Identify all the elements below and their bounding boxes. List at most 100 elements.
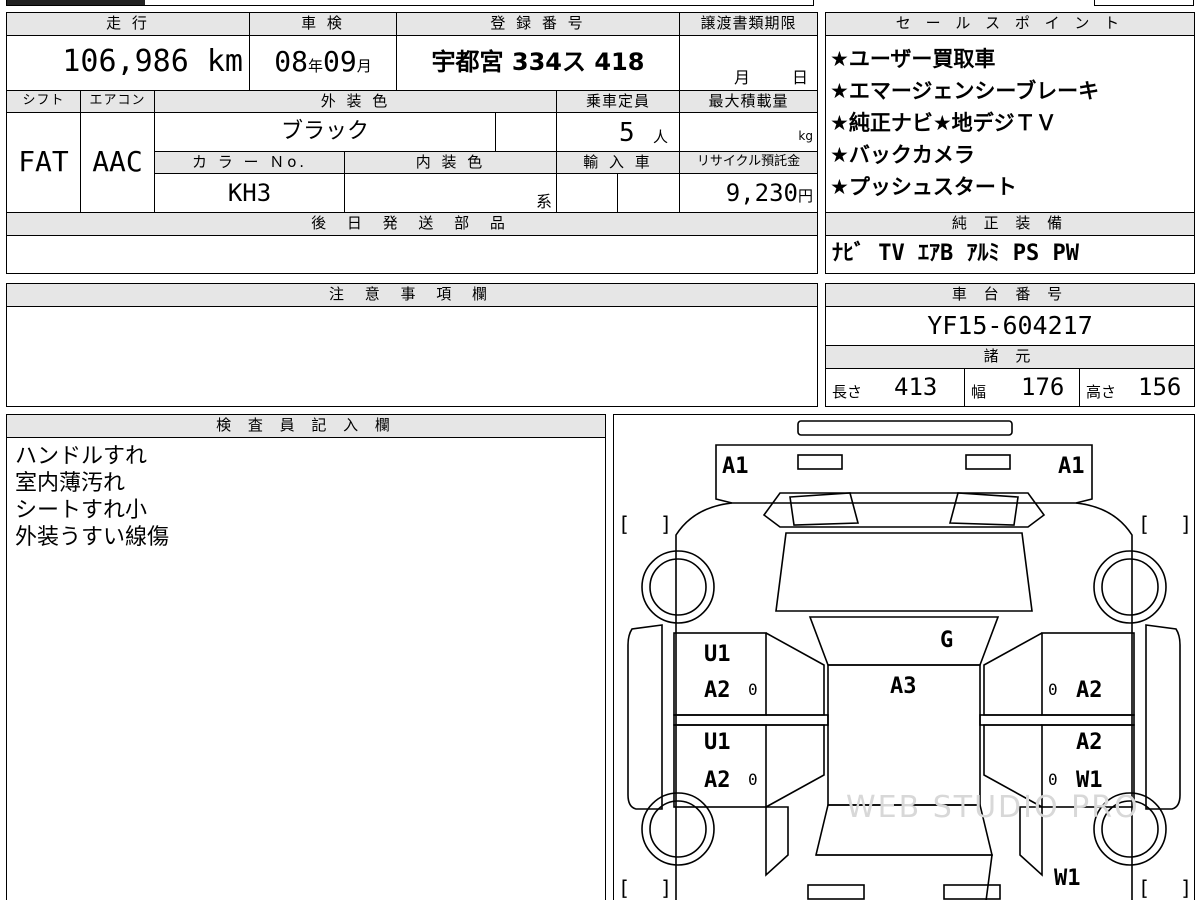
mileage-value-cell: 106,986 km (7, 36, 249, 90)
exterior-color-value: ブラック (280, 119, 369, 144)
top-strip-right (1094, 0, 1194, 6)
code-left-front-door-1: U1 (704, 642, 731, 667)
watermark: WEB STUDIO PRO (846, 790, 1140, 825)
registration-label: 登 録 番 号 (397, 13, 679, 35)
sales-point-item: ★ユーザー買取車 (830, 47, 996, 71)
inspection-value-cell: 08年09月 (250, 36, 396, 90)
top-strip (6, 0, 814, 6)
capacity-value: 5 (619, 118, 635, 148)
mileage-unit: km (206, 44, 243, 79)
inspection-label: 車 検 (250, 13, 396, 35)
inspector-label: 検 査 員 記 入 欄 (7, 415, 605, 437)
width-value: 176 (1021, 373, 1065, 401)
bracket-open: [ (1138, 876, 1150, 900)
mileage-value: 106,986 (62, 44, 189, 79)
equipment-label: 純 正 装 備 (826, 213, 1194, 235)
bracket-close: ] (660, 876, 672, 900)
inspector-note: 外装うすい線傷 (15, 525, 170, 550)
height-label: 高さ (1086, 383, 1117, 401)
length-label: 長さ (832, 383, 863, 401)
color-no-value: KH3 (227, 179, 272, 207)
car-diagram: A1 A1 G A3 U1 A2 U1 A2 A2 A2 W1 W1 0 0 0… (618, 420, 1192, 900)
code-roof: A3 (890, 674, 917, 699)
inspector-notes: ハンドルすれ 室内薄汚れ シートすれ小 外装うすい線傷 (7, 443, 169, 551)
bracket-open: [ (618, 876, 630, 900)
color-no-label: カ ラ ー Ｎo. (155, 152, 344, 173)
transfer-deadline-label: 譲渡書類期限 (680, 13, 817, 35)
interior-color-label: 内 装 色 (345, 152, 556, 173)
later-parts-label: 後 日 発 送 部 品 (7, 213, 817, 235)
code-left-rear-door-2: A2 (704, 768, 731, 793)
inspector-note: 室内薄汚れ (15, 471, 126, 496)
code-left-rear-door-1: U1 (704, 730, 731, 755)
recycle-value: 9,230 (725, 179, 798, 207)
width-cell: 幅 176 (965, 369, 1079, 406)
code-front-left: A1 (722, 454, 749, 479)
import-label: 輸 入 車 (557, 152, 679, 173)
code-glass: G (940, 628, 953, 653)
recycle-unit: 円 (797, 187, 813, 205)
bracket-close: ] (660, 512, 672, 536)
exterior-color-label: 外 装 色 (155, 91, 556, 112)
code-rear-right: W1 (1054, 866, 1081, 891)
mileage-label: 走 行 (7, 13, 249, 35)
capacity-label: 乗車定員 (557, 91, 679, 112)
shift-label: シフト (7, 91, 80, 112)
sales-points-label: セ ー ル ス ポ イ ン ト (826, 13, 1194, 35)
transfer-month-unit: 月 (734, 68, 751, 87)
recycle-value-cell: 9,230円 (680, 174, 817, 212)
caution-label: 注 意 事 項 欄 (7, 284, 817, 306)
car-diagram-box: A1 A1 G A3 U1 A2 U1 A2 A2 A2 W1 W1 0 0 0… (613, 414, 1195, 900)
bracket-close: ] (1180, 876, 1192, 900)
chassis-number: YF15-604217 (927, 311, 1093, 340)
vehicle-info-table: 走 行 車 検 登 録 番 号 譲渡書類期限 106,986 km 08年09月… (6, 12, 818, 274)
top-strip-dark (7, 0, 145, 5)
max-load-label: 最大積載量 (680, 91, 817, 112)
zero-mark: 0 (1048, 770, 1058, 789)
interior-color-cell: 系 (345, 174, 556, 212)
inspection-year-unit: 年 (307, 57, 323, 75)
max-load-unit: kg (798, 129, 813, 143)
equipment-value: ﾅﾋﾞ TV ｴｱB ｱﾙﾐ PS PW (832, 241, 1079, 266)
zero-mark: 0 (1048, 680, 1058, 699)
width-label: 幅 (971, 383, 987, 401)
capacity-value-cell: 5 人 (557, 113, 679, 151)
bracket-close: ] (1180, 512, 1192, 536)
aircon-label: エアコン (81, 91, 154, 112)
code-right-front-door: A2 (1076, 678, 1103, 703)
max-load-cell: kg (680, 113, 817, 151)
chassis-label: 車 台 番 号 (826, 284, 1194, 306)
sales-point-item: ★エマージェンシーブレーキ (830, 79, 1100, 103)
code-front-right: A1 (1058, 454, 1085, 479)
aircon-value: AAC (92, 145, 143, 178)
code-left-front-door-2: A2 (704, 678, 731, 703)
zero-mark: 0 (748, 680, 758, 699)
registration-number: 宇都宮 334ス 418 (431, 48, 645, 76)
inspection-month-unit: 月 (356, 57, 372, 75)
shift-value: FAT (18, 145, 69, 178)
inspection-month: 09 (323, 45, 357, 78)
transfer-day-unit: 日 (792, 68, 809, 87)
length-value: 413 (894, 373, 938, 401)
sales-points-list: ★ユーザー買取車 ★エマージェンシーブレーキ ★純正ナビ★地デジＴＶ ★バックカ… (826, 43, 1194, 203)
specs-label: 諸 元 (826, 346, 1194, 368)
chassis-box: 車 台 番 号 YF15-604217 諸 元 長さ 413 幅 176 高さ … (825, 283, 1195, 407)
inspector-note: シートすれ小 (15, 498, 148, 523)
zero-mark: 0 (748, 770, 758, 789)
bracket-open: [ (618, 512, 630, 536)
height-value: 156 (1138, 373, 1182, 401)
inspection-year: 08 (274, 45, 308, 78)
recycle-label: リサイクル預託金 (680, 152, 817, 173)
inspector-box: 検 査 員 記 入 欄 ハンドルすれ 室内薄汚れ シートすれ小 外装うすい線傷 (6, 414, 606, 900)
sales-point-item: ★バックカメラ (830, 143, 975, 167)
sales-points-box: セ ー ル ス ポ イ ン ト ★ユーザー買取車 ★エマージェンシーブレーキ ★… (825, 12, 1195, 274)
later-parts-value (7, 236, 817, 273)
sales-point-item: ★純正ナビ★地デジＴＶ (830, 111, 1057, 135)
length-cell: 長さ 413 (826, 369, 964, 406)
caution-box: 注 意 事 項 欄 (6, 283, 818, 407)
inspector-note: ハンドルすれ (15, 444, 148, 469)
bracket-open: [ (1138, 512, 1150, 536)
interior-color-unit: 系 (535, 192, 552, 211)
code-right-rear-door-1: A2 (1076, 730, 1103, 755)
sales-point-item: ★プッシュスタート (830, 175, 1017, 199)
